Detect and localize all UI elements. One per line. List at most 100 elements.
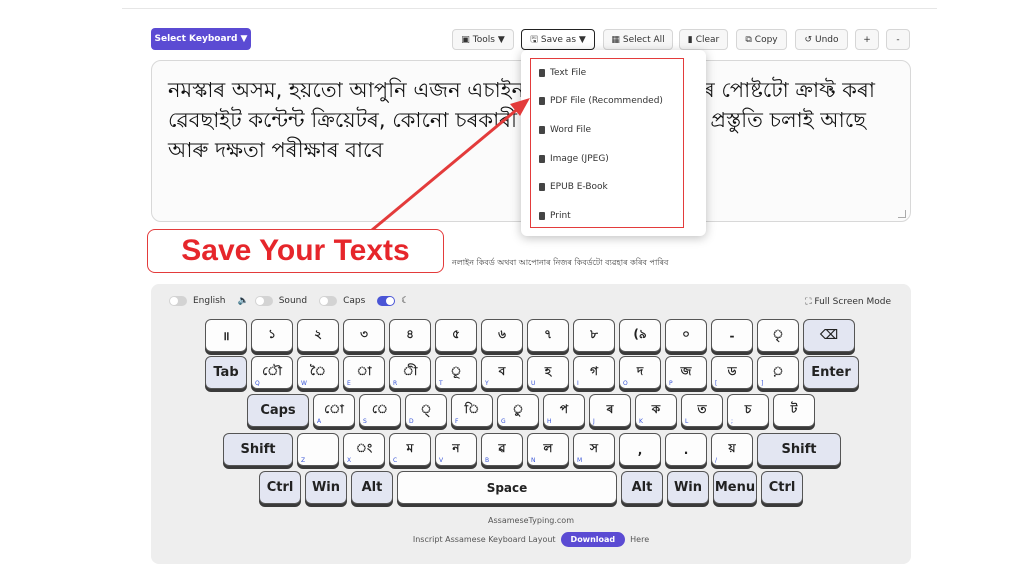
key-w[interactable]: ৈ W: [297, 356, 339, 389]
key-latin-hint: Q: [255, 380, 260, 387]
key-danda[interactable]: ॥: [205, 319, 247, 352]
right-win-key[interactable]: Win: [667, 471, 709, 504]
key-c[interactable]: মC: [389, 433, 431, 466]
key-0[interactable]: ০: [665, 319, 707, 352]
key-label: ত: [697, 401, 707, 416]
caps-toggle[interactable]: [319, 296, 338, 306]
enter-key[interactable]: Enter: [803, 356, 859, 389]
key-l[interactable]: তL: [681, 394, 723, 427]
key-z[interactable]: Z: [297, 433, 339, 466]
key-7[interactable]: ৭: [527, 319, 569, 352]
key-label: ৮: [590, 326, 598, 341]
key-j[interactable]: ৰJ: [589, 394, 631, 427]
key-9[interactable]: (৯: [619, 319, 661, 352]
space-key[interactable]: Space: [397, 471, 617, 504]
menu-item-print[interactable]: Print: [539, 211, 571, 221]
right-ctrl-key[interactable]: Ctrl: [761, 471, 803, 504]
key-o[interactable]: দO: [619, 356, 661, 389]
font-increase-button[interactable]: +: [855, 29, 879, 50]
left-shift-key[interactable]: Shift: [223, 433, 293, 466]
key-n[interactable]: লN: [527, 433, 569, 466]
key-latin-hint: B: [485, 457, 490, 464]
key-latin-hint: ;: [731, 418, 734, 425]
key-label: ট: [790, 401, 798, 416]
key-y[interactable]: বY: [481, 356, 523, 389]
menu-item-word-file[interactable]: Word File: [539, 125, 591, 135]
save-icon: 🖫: [530, 34, 538, 45]
key-quote[interactable]: ট: [773, 394, 815, 427]
key-m[interactable]: সM: [573, 433, 615, 466]
copy-button[interactable]: ⧉ Copy: [736, 29, 787, 50]
menu-item-text-file[interactable]: Text File: [539, 68, 586, 78]
select-all-button[interactable]: ▦ Select All: [603, 29, 673, 50]
copy-icon: ⧉: [745, 34, 752, 45]
left-win-key[interactable]: Win: [305, 471, 347, 504]
key-latin-hint: U: [531, 380, 536, 387]
key-t[interactable]: ূ T: [435, 356, 477, 389]
tab-key[interactable]: Tab: [205, 356, 247, 389]
key-d[interactable]: ্ D: [405, 394, 447, 427]
key-p[interactable]: জP: [665, 356, 707, 389]
download-button[interactable]: Download: [560, 532, 626, 547]
dark-mode-toggle[interactable]: [377, 296, 396, 306]
key-f[interactable]: ি F: [451, 394, 493, 427]
key-r[interactable]: ী R: [389, 356, 431, 389]
key-x[interactable]: ং X: [343, 433, 385, 466]
caps-key[interactable]: Caps: [247, 394, 309, 427]
right-shift-key[interactable]: Shift: [757, 433, 841, 466]
key-period[interactable]: .: [665, 433, 707, 466]
key-8[interactable]: ৮: [573, 319, 615, 352]
here-text: Here: [630, 535, 650, 544]
key-comma[interactable]: ,: [619, 433, 661, 466]
left-ctrl-key[interactable]: Ctrl: [259, 471, 301, 504]
english-toggle[interactable]: [169, 296, 187, 306]
undo-button[interactable]: ↺ Undo: [795, 29, 848, 50]
key-label: -: [729, 328, 735, 343]
backspace-key[interactable]: ⌫: [803, 319, 855, 352]
key-4[interactable]: ৪: [389, 319, 431, 352]
key-label: ং: [355, 440, 373, 455]
menu-item-pdf-file[interactable]: PDF File (Recommended): [539, 96, 663, 106]
right-alt-key[interactable]: Alt: [621, 471, 663, 504]
key-q[interactable]: ৌ Q: [251, 356, 293, 389]
key-h[interactable]: পH: [543, 394, 585, 427]
key-v[interactable]: নV: [435, 433, 477, 466]
key-bracket-right[interactable]: ়]: [757, 356, 799, 389]
save-as-menu: Text File PDF File (Recommended) Word Fi…: [521, 50, 706, 236]
tools-button[interactable]: ▣ Tools ▼: [452, 29, 514, 50]
key-equals[interactable]: ৃ: [757, 319, 799, 352]
left-alt-key[interactable]: Alt: [351, 471, 393, 504]
key-2[interactable]: ২: [297, 319, 339, 352]
key-semicolon[interactable]: চ;: [727, 394, 769, 427]
fullscreen-button[interactable]: ⛶ Full Screen Mode: [805, 297, 891, 307]
key-g[interactable]: ু G: [497, 394, 539, 427]
key-6[interactable]: ৬: [481, 319, 523, 352]
key-latin-hint: /: [715, 457, 718, 464]
key-s[interactable]: ে S: [359, 394, 401, 427]
key-b[interactable]: ৱB: [481, 433, 523, 466]
sound-toggle[interactable]: [254, 296, 273, 306]
font-decrease-button[interactable]: -: [886, 29, 910, 50]
tools-label: Tools ▼: [472, 34, 505, 45]
save-as-button[interactable]: 🖫 Save as ▼: [521, 29, 595, 50]
menu-item-epub[interactable]: EPUB E-Book: [539, 182, 608, 192]
pdf-icon: [539, 97, 545, 105]
key-label: ৬: [498, 326, 506, 341]
key-k[interactable]: কK: [635, 394, 677, 427]
key-5[interactable]: ৫: [435, 319, 477, 352]
resize-grip-icon[interactable]: [898, 210, 906, 218]
select-keyboard-button[interactable]: Select Keyboard ▼: [151, 28, 251, 50]
menu-key[interactable]: Menu: [713, 471, 757, 504]
key-slash[interactable]: য় /: [711, 433, 753, 466]
clear-button[interactable]: ▮ Clear: [679, 29, 728, 50]
key-bracket-left[interactable]: ড[: [711, 356, 753, 389]
key-3[interactable]: ৩: [343, 319, 385, 352]
menu-item-image-jpeg[interactable]: Image (JPEG): [539, 154, 609, 164]
key-latin-hint: E: [347, 380, 351, 387]
key-i[interactable]: গI: [573, 356, 615, 389]
key-minus[interactable]: -: [711, 319, 753, 352]
key-u[interactable]: হU: [527, 356, 569, 389]
key-a[interactable]: ো A: [313, 394, 355, 427]
key-1[interactable]: ১: [251, 319, 293, 352]
key-e[interactable]: া E: [343, 356, 385, 389]
